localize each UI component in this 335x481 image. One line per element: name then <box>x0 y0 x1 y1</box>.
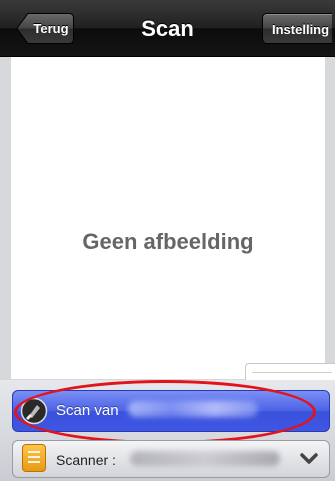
back-button-label: Terug <box>33 21 69 36</box>
scanner-icon-line <box>28 456 40 458</box>
scanner-selector-label: Scanner : <box>56 452 116 468</box>
scanner-icon <box>22 444 46 472</box>
empty-preview-message: Geen afbeelding <box>82 229 254 254</box>
highlight-annotation <box>14 380 316 444</box>
thumbnail-line <box>252 372 332 373</box>
scanner-icon-line <box>28 451 40 453</box>
back-button[interactable]: Terug <box>16 13 74 44</box>
navigation-bar: Scan Terug Instelling <box>0 0 335 57</box>
scanner-icon-line <box>28 461 40 463</box>
settings-button[interactable]: Instelling <box>262 13 332 44</box>
chevron-down-icon <box>300 453 318 464</box>
redacted-scanner-name <box>130 451 280 466</box>
image-preview-area: Geen afbeelding <box>11 57 335 436</box>
